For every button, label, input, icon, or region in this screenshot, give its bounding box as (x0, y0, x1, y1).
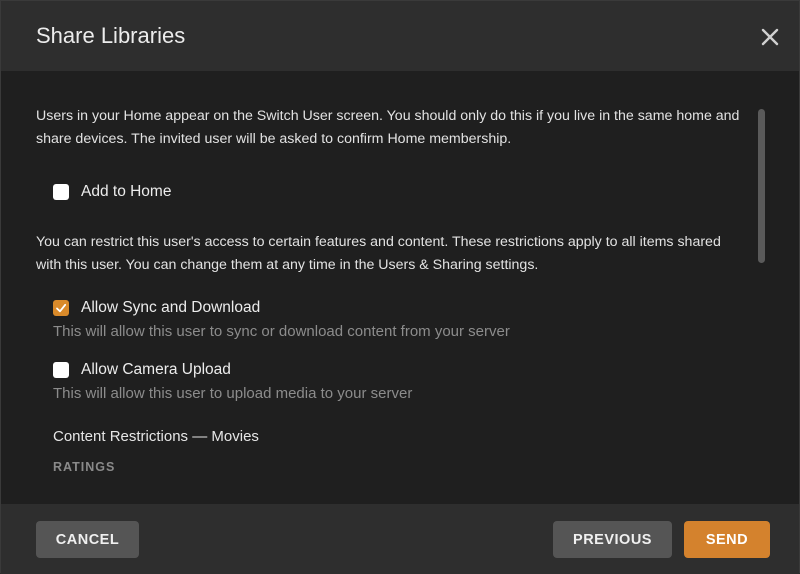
send-button[interactable]: SEND (684, 521, 770, 558)
restrict-intro-text: You can restrict this user's access to c… (36, 234, 721, 273)
scrollbar-thumb[interactable] (758, 109, 765, 263)
dialog-body: Users in your Home appear on the Switch … (1, 71, 799, 504)
allow-camera-label: Allow Camera Upload (81, 361, 231, 378)
allow-camera-row[interactable]: Allow Camera Upload (53, 361, 231, 379)
share-libraries-dialog: Share Libraries Users in your Home appea… (0, 0, 800, 574)
add-to-home-label: Add to Home (81, 183, 172, 200)
add-to-home-row[interactable]: Add to Home (53, 183, 171, 201)
dialog-header: Share Libraries (1, 1, 799, 71)
allow-sync-checkbox[interactable] (53, 300, 69, 316)
ratings-label: RATINGS (53, 460, 116, 474)
content-restrictions-title: Content Restrictions — Movies (53, 428, 259, 445)
add-to-home-checkbox[interactable] (53, 184, 69, 200)
dialog-footer: CANCEL PREVIOUS SEND (1, 504, 799, 574)
previous-button[interactable]: PREVIOUS (553, 521, 672, 558)
allow-sync-label: Allow Sync and Download (81, 299, 261, 316)
home-intro-text: Users in your Home appear on the Switch … (36, 108, 740, 147)
close-icon[interactable] (757, 24, 783, 50)
allow-camera-hint: This will allow this user to upload medi… (53, 385, 413, 402)
dialog-title: Share Libraries (36, 23, 186, 48)
allow-camera-checkbox[interactable] (53, 362, 69, 378)
checkmark-icon (56, 303, 67, 313)
allow-sync-hint: This will allow this user to sync or dow… (53, 323, 510, 340)
cancel-button[interactable]: CANCEL (36, 521, 139, 558)
allow-sync-row[interactable]: Allow Sync and Download (53, 299, 260, 317)
